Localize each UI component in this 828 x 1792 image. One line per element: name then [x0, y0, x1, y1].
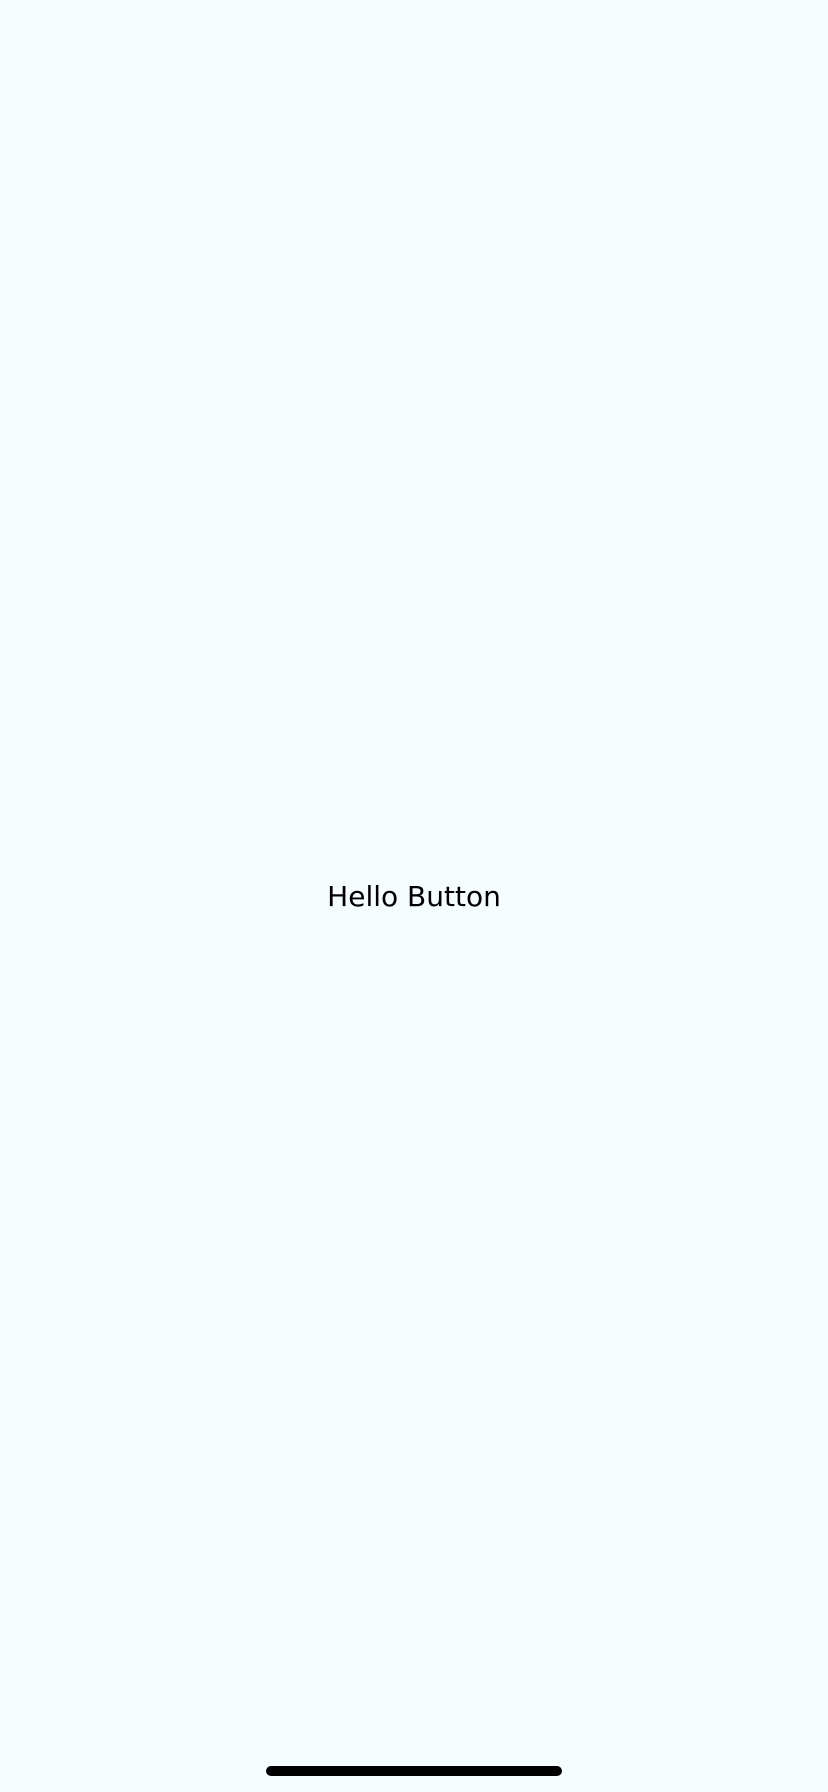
hello-button[interactable]: Hello Button [0, 872, 828, 922]
app-screen: Hello Button [0, 0, 828, 1792]
home-indicator-icon[interactable] [266, 1766, 562, 1776]
